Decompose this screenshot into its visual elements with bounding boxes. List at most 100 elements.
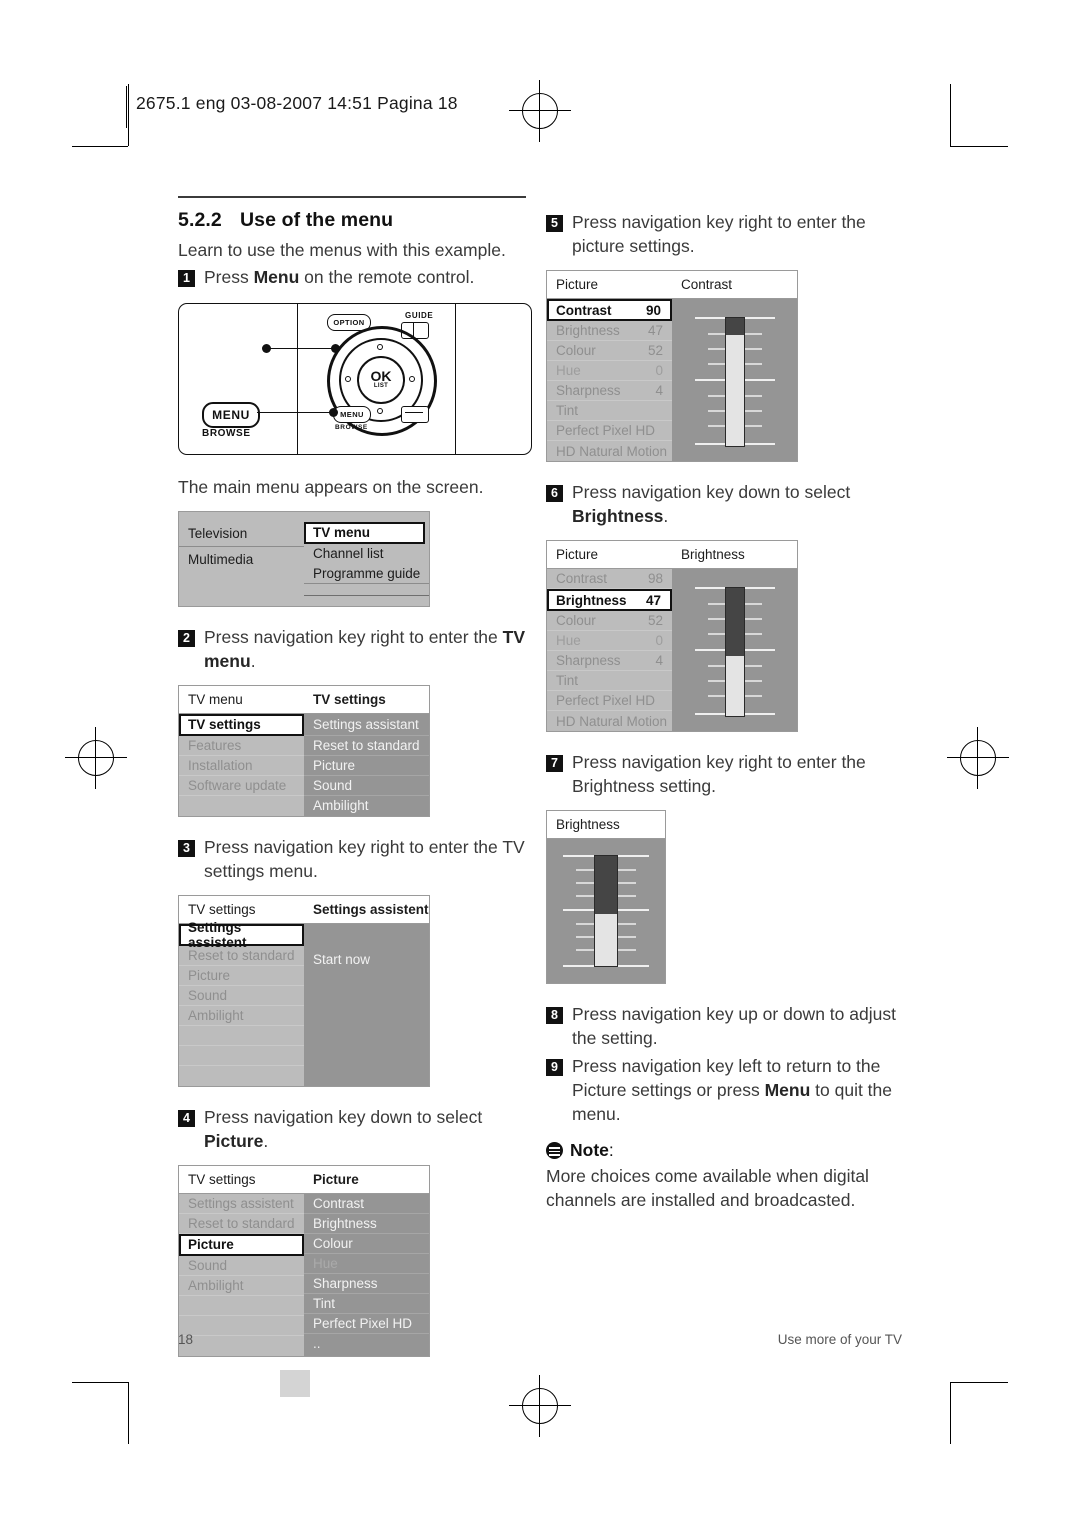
- crop-mark-bottom-right-h: [950, 1382, 1008, 1383]
- mock-menu-step2: TV menu TV settings TV settings Features…: [178, 684, 430, 817]
- menu-step4-head-right: Picture: [313, 1171, 359, 1187]
- menu-step6-item-hue[interactable]: Hue 0: [547, 631, 672, 651]
- menu-step4-item-sharpness[interactable]: Sharpness: [304, 1274, 429, 1294]
- menu-step5-item-perfect-pixel-hd[interactable]: Perfect Pixel HD: [547, 421, 672, 441]
- caption-main-menu: The main menu appears on the screen.: [178, 476, 484, 497]
- menu-step2-item-ambilight[interactable]: Ambilight: [304, 796, 429, 816]
- main-menu-item-programme-guide[interactable]: Programme guide: [304, 564, 429, 584]
- menu-step5-item-hd-natural-motion[interactable]: HD Natural Motion: [547, 441, 672, 461]
- menu-step4-item-tint[interactable]: Tint: [304, 1294, 429, 1314]
- menu-step5-item-colour[interactable]: Colour 52: [547, 341, 672, 361]
- brightness-slider-handle-inline[interactable]: [725, 588, 744, 656]
- menu-step4-item-more[interactable]: ..: [304, 1334, 429, 1354]
- menu-small-button[interactable]: MENU: [333, 405, 371, 423]
- menu-step6-item-tint[interactable]: Tint: [547, 671, 672, 691]
- nav-down-dot-icon: [377, 407, 383, 414]
- menu-step6-sharpness-value: 4: [655, 653, 663, 668]
- menu-step4-item-picture[interactable]: Picture: [179, 1233, 304, 1256]
- menu-step6-slider-pane: [672, 569, 797, 731]
- brightness-slider[interactable]: [560, 855, 652, 967]
- step-4-pre: Press navigation key down to select: [204, 1106, 483, 1127]
- menu-step5-sharpness-value: 4: [655, 383, 663, 398]
- teletext-icon[interactable]: [401, 405, 429, 423]
- contrast-slider-track[interactable]: [724, 317, 745, 447]
- contrast-slider[interactable]: [690, 317, 780, 447]
- contrast-slider-handle[interactable]: [725, 318, 744, 335]
- menu-step6-brightness-value: 47: [645, 592, 661, 608]
- menu-button[interactable]: MENU: [202, 401, 260, 428]
- menu-step6-item-brightness[interactable]: Brightness 47: [547, 589, 672, 611]
- step-text-5: Press navigation key right to enter the …: [572, 212, 866, 256]
- menu-step3-item-ambilight[interactable]: Ambilight: [179, 1006, 304, 1026]
- step-3: 3 Press navigation key right to enter th…: [178, 835, 528, 883]
- menu-step2-item-reset-to-standard[interactable]: Reset to standard: [304, 736, 429, 756]
- ok-button[interactable]: OK LIST: [357, 355, 405, 404]
- menu-step4-item-hue[interactable]: Hue: [304, 1254, 429, 1274]
- menu-step5-item-contrast[interactable]: Contrast 90: [547, 299, 672, 321]
- header-divider: [126, 86, 127, 128]
- menu-step2-item-installation[interactable]: Installation: [179, 756, 304, 776]
- menu-step4-item-settings-assistent[interactable]: Settings assistent: [179, 1194, 304, 1214]
- crop-mark-top-right-h: [950, 146, 1008, 147]
- menu-step2-item-picture[interactable]: Picture: [304, 756, 429, 776]
- menu-step4-item-ambilight[interactable]: Ambilight: [179, 1276, 304, 1296]
- header-meta: 2675.1 eng 03-08-2007 14:51 Pagina 18: [136, 93, 458, 113]
- brightness-slider-track[interactable]: [594, 855, 618, 967]
- menu-step3-item-picture[interactable]: Picture: [179, 966, 304, 986]
- footer-marker-box: [280, 1370, 310, 1397]
- menu-step6-item-sharpness[interactable]: Sharpness 4: [547, 651, 672, 671]
- menu-step6-contrast-value: 98: [647, 571, 663, 586]
- menu-step4-item-brightness[interactable]: Brightness: [304, 1214, 429, 1234]
- callout-line-menu: [257, 411, 333, 414]
- menu-step5-item-tint[interactable]: Tint: [547, 401, 672, 421]
- footer-section-name: Use more of your TV: [777, 1332, 902, 1347]
- menu-step2-item-settings-assistant[interactable]: Settings assistant: [304, 714, 429, 736]
- main-menu-left-spacer: [179, 573, 304, 593]
- brightness-slider-track-inline[interactable]: [724, 587, 745, 717]
- step-2: 2 Press navigation key right to enter th…: [178, 625, 528, 673]
- menu-step5-hue-value: 0: [655, 363, 663, 378]
- menu-step5-contrast-value: 90: [645, 302, 661, 318]
- main-menu-item-television[interactable]: Television: [179, 521, 304, 547]
- menu-step3-item-start-now[interactable]: Start now: [304, 950, 429, 970]
- section-rule: [178, 196, 526, 198]
- mock-menu-step6: Picture Brightness Contrast 98 Brightnes…: [546, 540, 798, 732]
- menu-step4-item-contrast[interactable]: Contrast: [304, 1194, 429, 1214]
- crop-mark-top-left-v: [128, 84, 129, 146]
- menu-step2-item-features[interactable]: Features: [179, 736, 304, 756]
- main-menu-item-multimedia[interactable]: Multimedia: [179, 547, 304, 573]
- menu-step2-left-spacer: [179, 796, 304, 816]
- menu-step4-left-spacer-2: [179, 1316, 304, 1336]
- step-6-bold: Brightness: [572, 506, 664, 526]
- menu-step2-item-sound[interactable]: Sound: [304, 776, 429, 796]
- menu-step2-item-tv-settings[interactable]: TV settings: [179, 713, 304, 736]
- menu-step5-item-hue[interactable]: Hue 0: [547, 361, 672, 381]
- main-menu-left-column: Television Multimedia: [179, 520, 304, 606]
- menu-step6-item-colour[interactable]: Colour 52: [547, 611, 672, 631]
- menu-step4-item-perfect-pixel-hd[interactable]: Perfect Pixel HD: [304, 1314, 429, 1334]
- brightness-slider-inline[interactable]: [690, 587, 780, 717]
- menu-step4-item-reset-to-standard[interactable]: Reset to standard: [179, 1214, 304, 1234]
- remote-control-illustration: OPTION GUIDE OK LIST MENU BROWSE MENU BR…: [178, 302, 532, 455]
- menu-step4-item-sound[interactable]: Sound: [179, 1256, 304, 1276]
- brightness-slider-handle[interactable]: [595, 856, 617, 915]
- teletext-icon-bar: [405, 411, 423, 413]
- menu-step3-item-sound[interactable]: Sound: [179, 986, 304, 1006]
- step-8: 8 Press navigation key up or down to adj…: [546, 1002, 896, 1050]
- menu-step5-item-sharpness[interactable]: Sharpness 4: [547, 381, 672, 401]
- menu-step6-head-left: Picture: [556, 547, 599, 562]
- menu-step6-item-contrast[interactable]: Contrast 98: [547, 569, 672, 589]
- menu-step5-item-brightness[interactable]: Brightness 47: [547, 321, 672, 341]
- main-menu-item-channel-list[interactable]: Channel list: [304, 544, 429, 564]
- menu-step4-item-colour[interactable]: Colour: [304, 1234, 429, 1254]
- menu-step6-brightness-label: Brightness: [556, 592, 627, 608]
- menu-step6-item-hd-natural-motion[interactable]: HD Natural Motion: [547, 711, 672, 731]
- page: 2675.1 eng 03-08-2007 14:51 Pagina 18 5.…: [0, 0, 1080, 1528]
- menu-step4-head-left: TV settings: [188, 1171, 256, 1187]
- menu-step6-item-perfect-pixel-hd[interactable]: Perfect Pixel HD: [547, 691, 672, 711]
- main-menu-item-tv-menu[interactable]: TV menu: [304, 521, 425, 544]
- menu-step4-left-column: Settings assistent Reset to standard Pic…: [179, 1193, 304, 1356]
- menu-step3-item-settings-assistent[interactable]: Settings assistent: [179, 920, 304, 950]
- section-title: Use of the menu: [240, 208, 394, 231]
- menu-step2-item-software-update[interactable]: Software update: [179, 776, 304, 796]
